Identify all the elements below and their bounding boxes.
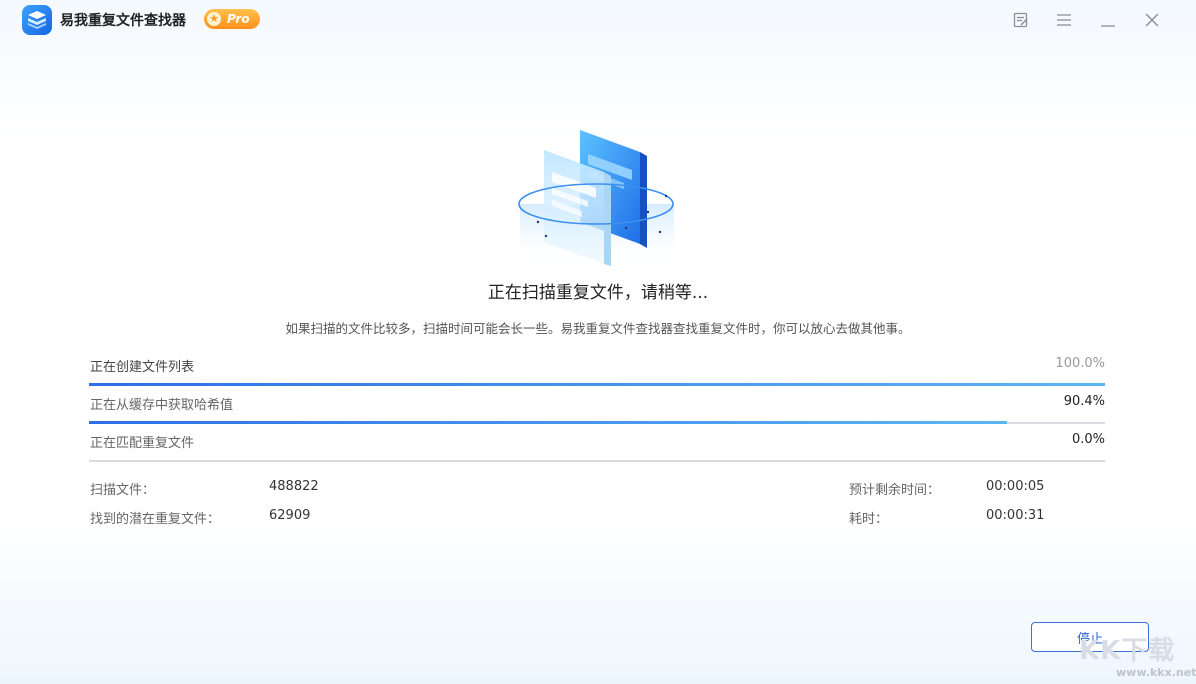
step-percent: 0.0% [1071,432,1105,447]
progress-track [89,460,1105,462]
step-label: 正在匹配重复文件 [90,436,195,451]
minimize-button[interactable] [1098,10,1118,30]
close-icon [1145,13,1159,27]
found-duplicates-value: 62909 [269,508,311,523]
step-label: 正在创建文件列表 [90,360,195,375]
scanning-illustration [516,126,680,266]
remaining-time-label: 预计剩余时间： [849,483,941,498]
elapsed-time-value: 00:00:31 [986,508,1045,523]
feedback-icon [1013,12,1028,28]
pro-badge[interactable]: ★ Pro [204,9,260,29]
title-bar: 易我重复文件查找器 ★ Pro [0,0,1196,40]
step-label: 正在从缓存中获取哈希值 [90,398,234,413]
step-match-duplicates: 正在匹配重复文件 0.0% [89,424,1105,462]
scanned-files-value: 488822 [269,479,319,494]
feedback-button[interactable] [1011,10,1031,30]
step-create-file-list: 正在创建文件列表 100.0% [89,348,1105,386]
step-percent: 100.0% [1055,356,1105,371]
watermark-url: www.kkx.net [1116,666,1196,679]
scanned-files-label: 扫描文件： [90,483,156,498]
found-duplicates-label: 找到的潜在重复文件： [90,512,221,527]
scan-status-subtitle: 如果扫描的文件比较多，扫描时间可能会长一些。易我重复文件查找器查找重复文件时，你… [285,321,911,336]
menu-icon [1057,14,1071,26]
menu-button[interactable] [1054,10,1074,30]
step-percent: 90.4% [1063,394,1105,409]
elapsed-time-label: 耗时： [849,512,889,527]
star-icon: ★ [207,12,221,26]
app-title: 易我重复文件查找器 [60,13,186,29]
app-logo-icon [22,5,52,35]
watermark-logo: KK下载 [1079,636,1176,666]
minimize-icon [1101,25,1115,27]
step-get-hash: 正在从缓存中获取哈希值 90.4% [89,386,1105,424]
remaining-time-value: 00:00:05 [986,479,1045,494]
scan-status-headline: 正在扫描重复文件，请稍等... [487,283,709,303]
pro-badge-label: Pro [227,12,250,26]
close-button[interactable] [1142,10,1162,30]
